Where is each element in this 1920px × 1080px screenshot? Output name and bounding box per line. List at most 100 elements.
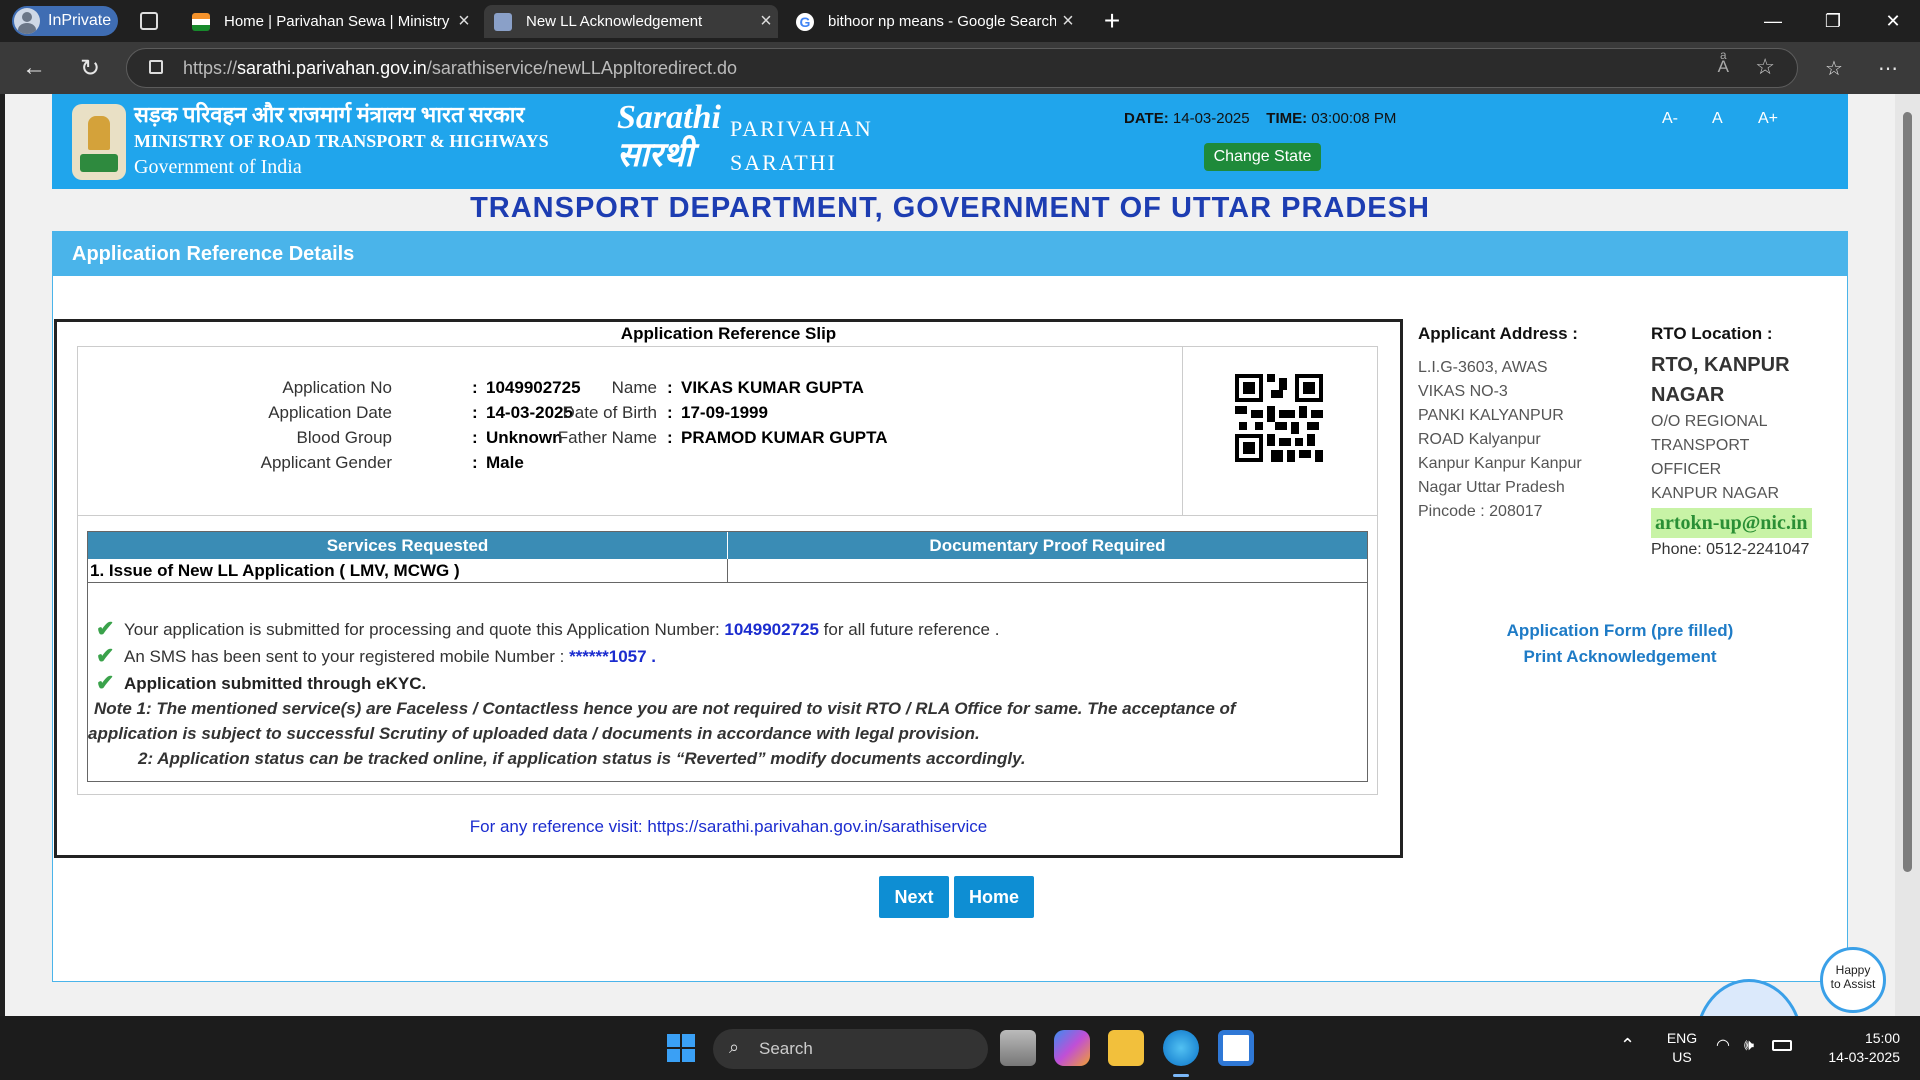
tab-new-ll-acknowledgement[interactable]: New LL Acknowledgement × <box>484 5 778 38</box>
tab-google-search[interactable]: G bithoor np means - Google Search × <box>786 5 1080 38</box>
copilot-icon[interactable] <box>1054 1030 1090 1066</box>
page-scrollbar[interactable] <box>1895 94 1920 1016</box>
rto-office-line: O/O REGIONAL <box>1651 413 1768 430</box>
table-row: 1. Issue of New LL Application ( LMV, MC… <box>88 559 1367 583</box>
name-label: Name <box>611 378 657 397</box>
task-view-icon[interactable] <box>1000 1030 1036 1066</box>
app-no-label: Application No <box>282 378 392 397</box>
services-table-header: Services Requested Documentary Proof Req… <box>88 532 1367 559</box>
card-title: Application Reference Details <box>53 232 1847 276</box>
inprivate-badge[interactable]: InPrivate <box>12 6 118 36</box>
close-tab-icon[interactable]: × <box>754 10 778 33</box>
close-tab-icon[interactable]: × <box>1056 10 1080 33</box>
colon: : <box>472 403 478 422</box>
url-prefix: https:// <box>183 57 238 78</box>
tab-parivahan-home[interactable]: Home | Parivahan Sewa | Ministry × <box>182 5 476 38</box>
taskbar-search-label: Search <box>759 1039 813 1058</box>
url-field[interactable]: https://sarathi.parivahan.gov.in/sarathi… <box>126 48 1798 88</box>
date-value: 14-03-2025 <box>1172 110 1250 127</box>
note-2: 2: Application status can be tracked onl… <box>138 749 1026 768</box>
tab-label: Home | Parivahan Sewa | Ministry <box>224 13 450 30</box>
check-icon: ✔ <box>96 643 115 668</box>
start-icon[interactable] <box>663 1030 699 1066</box>
rto-name-line: NAGAR <box>1651 384 1725 406</box>
proof-cell <box>728 559 1367 582</box>
next-button[interactable]: Next <box>879 876 949 918</box>
language-line1: ENG <box>1666 1030 1698 1046</box>
colon: : <box>472 453 478 472</box>
government-of-india: Government of India <box>134 156 302 178</box>
check-icon: ✔ <box>96 670 115 695</box>
change-state-button[interactable]: Change State <box>1204 143 1321 171</box>
applicant-address-heading: Applicant Address : <box>1418 324 1578 343</box>
read-aloud-icon[interactable]: Aͣ <box>1718 57 1729 77</box>
colon: : <box>472 428 478 447</box>
font-decrease-button[interactable]: A- <box>1662 110 1678 128</box>
tab-actions-icon[interactable] <box>140 12 158 30</box>
file-explorer-icon[interactable] <box>1108 1030 1144 1066</box>
edge-icon[interactable] <box>1163 1030 1199 1066</box>
web-page: सड़क परिवहन और राजमार्ग मंत्रालय भारत सर… <box>5 94 1895 1016</box>
father-name-label: Father Name <box>557 428 657 447</box>
url-path: /sarathiservice/newLLAppltoredirect.do <box>426 57 737 78</box>
colon: : <box>667 378 673 397</box>
address-line: VIKAS NO-3 <box>1418 383 1508 400</box>
volume-icon[interactable]: 🕪 <box>1744 1036 1754 1055</box>
service-item: 1. Issue of New LL Application ( LMV, MC… <box>88 559 728 582</box>
blood-group-label: Blood Group <box>296 428 392 447</box>
search-icon: ⌕ <box>729 1037 740 1057</box>
tray-chevron-icon[interactable]: ⌃ <box>1620 1036 1635 1055</box>
home-button[interactable]: Home <box>954 876 1034 918</box>
mobile-number-highlight: ******1057 . <box>569 647 657 666</box>
app-date-label: Application Date <box>268 403 392 422</box>
clock[interactable]: 15:00 14-03-2025 <box>1810 1029 1900 1067</box>
taskbar-search[interactable]: ⌕ Search <box>713 1029 988 1069</box>
colon: : <box>472 378 478 397</box>
rto-name: RTO, KANPUR NAGAR <box>1651 350 1790 410</box>
services-requested-header: Services Requested <box>88 532 728 559</box>
message-ekyc: Application submitted through eKYC. <box>124 674 427 693</box>
more-menu-icon[interactable]: ⋯ <box>1872 52 1904 84</box>
qr-panel <box>1182 347 1377 515</box>
qr-code-icon <box>1235 374 1323 462</box>
print-acknowledgement-link[interactable]: Print Acknowledgement <box>1502 644 1738 670</box>
reference-link[interactable]: For any reference visit: https://sarathi… <box>57 817 1400 837</box>
application-number-highlight: 1049902725 <box>724 620 819 639</box>
name-value: VIKAS KUMAR GUPTA <box>681 378 864 397</box>
language-indicator[interactable]: ENG US <box>1662 1029 1702 1067</box>
date-time: DATE: 14-03-2025 TIME: 03:00:08 PM <box>1124 110 1396 127</box>
microsoft-store-icon[interactable] <box>1218 1030 1254 1066</box>
language-line2: US <box>1672 1049 1692 1065</box>
favorites-icon[interactable]: ☆ <box>1818 52 1850 84</box>
rto-email[interactable]: artokn-up@nic.in <box>1651 508 1812 538</box>
services-box: Services Requested Documentary Proof Req… <box>87 531 1368 782</box>
close-tab-icon[interactable]: × <box>452 10 476 33</box>
gender-value: Male <box>486 453 524 472</box>
font-increase-button[interactable]: A+ <box>1758 110 1778 128</box>
national-emblem-icon <box>72 104 126 180</box>
close-window-icon[interactable]: ✕ <box>1865 0 1920 42</box>
tab-label: bithoor np means - Google Search <box>828 13 1056 30</box>
application-form-link[interactable]: Application Form (pre filled) <box>1502 618 1738 644</box>
applicant-address: L.I.G-3603, AWAS VIKAS NO-3 PANKI KALYAN… <box>1418 356 1582 524</box>
address-line: PANKI KALYANPUR <box>1418 407 1564 424</box>
lock-icon[interactable] <box>149 60 163 74</box>
minimize-icon[interactable]: — <box>1745 0 1801 42</box>
favorite-star-icon[interactable]: ☆ <box>1755 54 1775 80</box>
scrollbar-thumb[interactable] <box>1903 112 1912 872</box>
refresh-icon[interactable]: ↻ <box>74 52 106 84</box>
profile-avatar-icon <box>14 8 40 34</box>
address-line: Pincode : 208017 <box>1418 503 1543 520</box>
address-line: ROAD Kalyanpur <box>1418 431 1541 448</box>
dob-value: 17-09-1999 <box>681 403 768 422</box>
battery-icon[interactable] <box>1772 1040 1792 1051</box>
wifi-icon[interactable]: ◠ <box>1716 1036 1730 1055</box>
time-value: 03:00:08 PM <box>1311 110 1397 127</box>
new-tab-icon[interactable]: + <box>1096 5 1128 37</box>
page-icon <box>494 12 512 31</box>
back-icon[interactable]: ← <box>18 52 50 84</box>
font-normal-button[interactable]: A <box>1712 110 1723 128</box>
happy-to-assist-chatbot[interactable]: Happy to Assist <box>1695 947 1895 1016</box>
colon: : <box>667 403 673 422</box>
maximize-icon[interactable]: ❐ <box>1805 0 1861 42</box>
